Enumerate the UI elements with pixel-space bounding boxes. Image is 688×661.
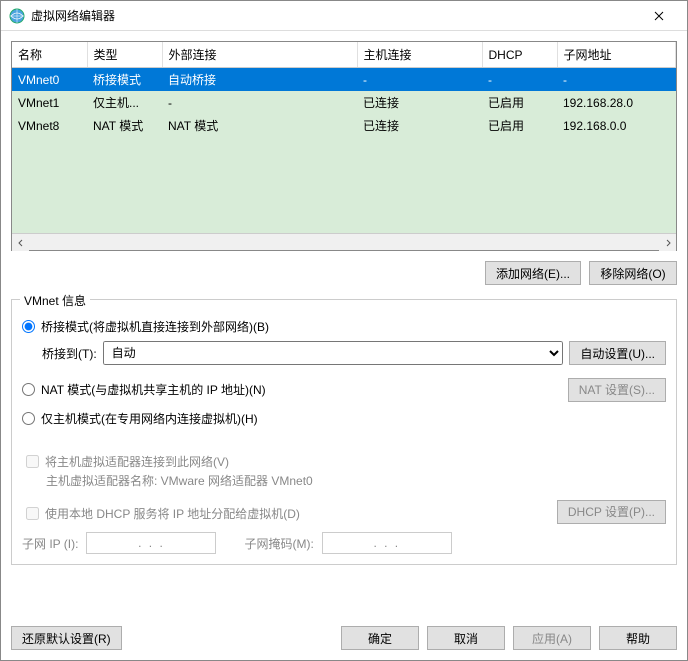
close-button[interactable] — [639, 2, 679, 30]
cell-dhcp: - — [482, 68, 557, 92]
subnet-ip-input: . . . — [86, 532, 216, 554]
scroll-left-button[interactable] — [12, 234, 29, 251]
cell-name: VMnet0 — [12, 68, 87, 92]
hostonly-radio[interactable] — [22, 412, 35, 425]
cell-type: 桥接模式 — [87, 68, 162, 92]
nat-radio-label: NAT 模式(与虚拟机共享主机的 IP 地址)(N) — [41, 381, 266, 398]
nat-radio[interactable] — [22, 383, 35, 396]
host-adapter-checkbox — [26, 455, 39, 468]
horizontal-scrollbar[interactable] — [12, 233, 676, 250]
adapter-name-text: 主机虚拟适配器名称: VMware 网络适配器 VMnet0 — [46, 472, 666, 489]
subnet-mask-label: 子网掩码(M): — [244, 535, 313, 552]
cell-ext: NAT 模式 — [162, 114, 357, 137]
network-table-container: 名称 类型 外部连接 主机连接 DHCP 子网地址 VMnet0桥接模式自动桥接… — [11, 41, 677, 251]
subnet-row: 子网 IP (I): . . . 子网掩码(M): . . . — [22, 532, 666, 554]
bridge-to-row: 桥接到(T): 自动 自动设置(U)... — [42, 341, 666, 365]
hostonly-mode-option[interactable]: 仅主机模式(在专用网络内连接虚拟机)(H) — [22, 410, 666, 427]
cell-subnet: 192.168.0.0 — [557, 114, 676, 137]
bridge-to-label: 桥接到(T): — [42, 345, 97, 362]
table-header-row: 名称 类型 外部连接 主机连接 DHCP 子网地址 — [12, 42, 676, 68]
help-button[interactable]: 帮助 — [599, 626, 677, 650]
cell-host: - — [357, 68, 482, 92]
bridge-radio[interactable] — [22, 320, 35, 333]
virtual-network-editor-window: 虚拟网络编辑器 名称 类型 外部连接 主机连接 DHCP 子网地址 — [0, 0, 688, 661]
cell-host: 已连接 — [357, 114, 482, 137]
subnet-ip-label: 子网 IP (I): — [22, 535, 78, 552]
group-legend: VMnet 信息 — [20, 292, 90, 309]
network-table: 名称 类型 外部连接 主机连接 DHCP 子网地址 VMnet0桥接模式自动桥接… — [12, 42, 676, 137]
col-subnet[interactable]: 子网地址 — [557, 42, 676, 68]
bridge-to-select[interactable]: 自动 — [103, 341, 564, 365]
table-row[interactable]: VMnet0桥接模式自动桥接--- — [12, 68, 676, 92]
apply-button: 应用(A) — [513, 626, 591, 650]
cell-name: VMnet8 — [12, 114, 87, 137]
cell-name: VMnet1 — [12, 91, 87, 114]
window-title: 虚拟网络编辑器 — [31, 7, 639, 24]
dhcp-settings-button: DHCP 设置(P)... — [557, 500, 666, 524]
col-host[interactable]: 主机连接 — [357, 42, 482, 68]
dhcp-option: 使用本地 DHCP 服务将 IP 地址分配给虚拟机(D) — [26, 505, 300, 522]
network-action-buttons: 添加网络(E)... 移除网络(O) — [11, 261, 677, 285]
dialog-footer: 还原默认设置(R) 确定 取消 应用(A) 帮助 — [1, 616, 687, 660]
bridge-mode-option[interactable]: 桥接模式(将虚拟机直接连接到外部网络)(B) — [22, 318, 666, 335]
hostonly-radio-label: 仅主机模式(在专用网络内连接虚拟机)(H) — [41, 410, 258, 427]
dhcp-label: 使用本地 DHCP 服务将 IP 地址分配给虚拟机(D) — [45, 505, 300, 522]
cell-dhcp: 已启用 — [482, 91, 557, 114]
vmnet-info-group: VMnet 信息 桥接模式(将虚拟机直接连接到外部网络)(B) 桥接到(T): … — [11, 299, 677, 565]
cell-subnet: 192.168.28.0 — [557, 91, 676, 114]
cell-subnet: - — [557, 68, 676, 92]
app-icon — [9, 8, 25, 24]
col-external[interactable]: 外部连接 — [162, 42, 357, 68]
remove-network-button[interactable]: 移除网络(O) — [589, 261, 677, 285]
nat-settings-button: NAT 设置(S)... — [568, 378, 666, 402]
titlebar: 虚拟网络编辑器 — [1, 1, 687, 31]
content-area: 名称 类型 外部连接 主机连接 DHCP 子网地址 VMnet0桥接模式自动桥接… — [1, 31, 687, 616]
bridge-radio-label: 桥接模式(将虚拟机直接连接到外部网络)(B) — [41, 318, 269, 335]
col-name[interactable]: 名称 — [12, 42, 87, 68]
table-row[interactable]: VMnet1仅主机...-已连接已启用192.168.28.0 — [12, 91, 676, 114]
host-adapter-label: 将主机虚拟适配器连接到此网络(V) — [45, 453, 229, 470]
col-type[interactable]: 类型 — [87, 42, 162, 68]
auto-settings-button[interactable]: 自动设置(U)... — [569, 341, 666, 365]
nat-mode-option[interactable]: NAT 模式(与虚拟机共享主机的 IP 地址)(N) — [22, 381, 266, 398]
dhcp-checkbox — [26, 507, 39, 520]
cell-type: NAT 模式 — [87, 114, 162, 137]
restore-defaults-button[interactable]: 还原默认设置(R) — [11, 626, 122, 650]
add-network-button[interactable]: 添加网络(E)... — [485, 261, 581, 285]
table-row[interactable]: VMnet8NAT 模式NAT 模式已连接已启用192.168.0.0 — [12, 114, 676, 137]
cancel-button[interactable]: 取消 — [427, 626, 505, 650]
cell-host: 已连接 — [357, 91, 482, 114]
host-adapter-option: 将主机虚拟适配器连接到此网络(V) — [26, 453, 666, 470]
cell-type: 仅主机... — [87, 91, 162, 114]
cell-ext: - — [162, 91, 357, 114]
cell-ext: 自动桥接 — [162, 68, 357, 92]
cell-dhcp: 已启用 — [482, 114, 557, 137]
col-dhcp[interactable]: DHCP — [482, 42, 557, 68]
scroll-right-button[interactable] — [659, 234, 676, 251]
ok-button[interactable]: 确定 — [341, 626, 419, 650]
scroll-track[interactable] — [29, 234, 659, 250]
subnet-mask-input: . . . — [322, 532, 452, 554]
